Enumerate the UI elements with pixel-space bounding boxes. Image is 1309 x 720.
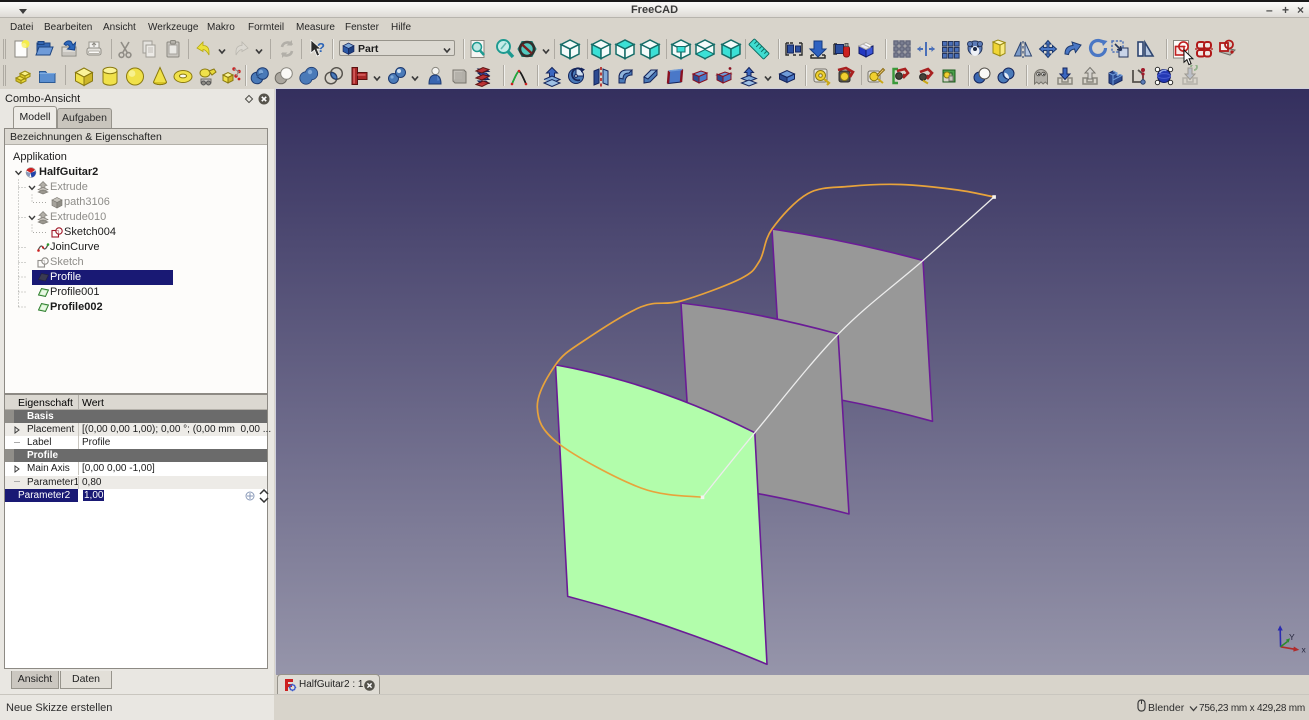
svg-text:Y: Y <box>1289 632 1295 642</box>
svg-text:?: ? <box>317 40 325 55</box>
